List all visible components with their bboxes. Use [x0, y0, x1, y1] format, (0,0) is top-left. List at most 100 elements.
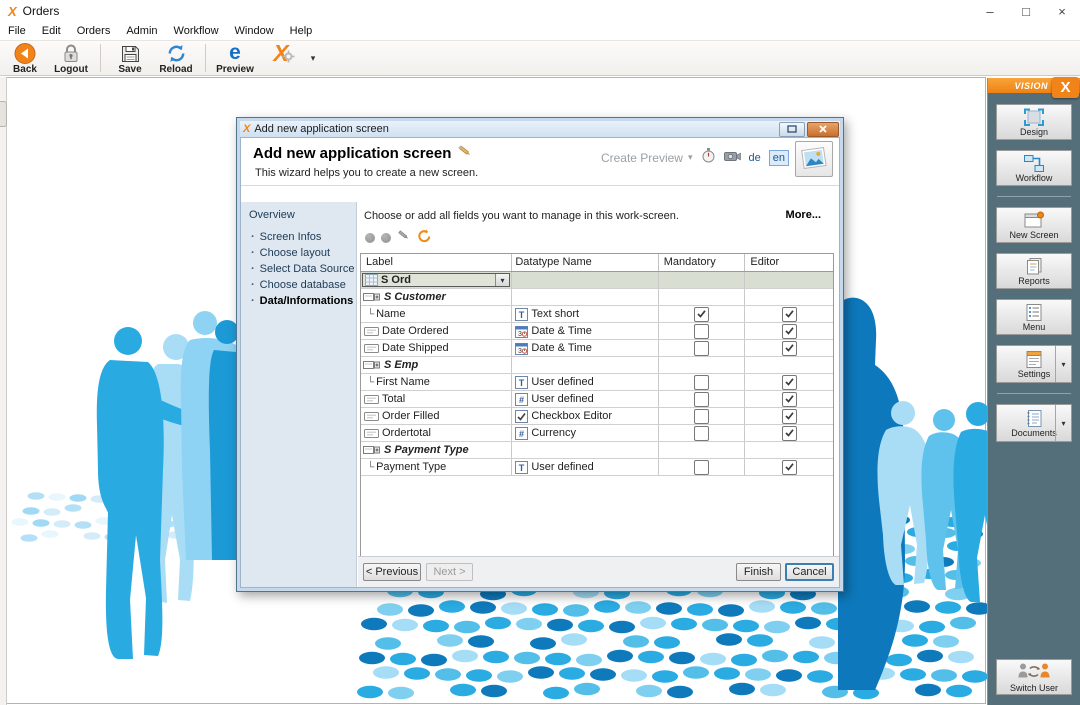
wizard-step-select-data-source[interactable]: ·Select Data Source	[241, 261, 356, 277]
svg-text:3: 3	[518, 331, 522, 338]
wizard-step-choose-layout[interactable]: ·Choose layout	[241, 245, 356, 261]
toolbar-back-button[interactable]: Back	[2, 41, 48, 75]
toolbar-save-button[interactable]: Save	[107, 41, 153, 75]
close-button[interactable]: ×	[1044, 0, 1080, 22]
window-titlebar: X Orders – □ ×	[0, 0, 1080, 22]
editor-checkbox[interactable]	[782, 426, 797, 441]
table-row[interactable]: Date Shipped3Date & Time	[361, 340, 833, 357]
previous-button[interactable]: < Previous	[363, 563, 421, 581]
mandatory-checkbox[interactable]	[694, 426, 709, 441]
table-row[interactable]: Date Ordered3Date & Time	[361, 323, 833, 340]
mandatory-checkbox[interactable]	[694, 375, 709, 390]
editor-checkbox[interactable]	[782, 409, 797, 424]
combobox-arrow-icon[interactable]: ▾	[495, 274, 509, 286]
next-button[interactable]: Next >	[426, 563, 473, 581]
dialog-close-button[interactable]	[807, 122, 839, 137]
mandatory-checkbox[interactable]	[694, 324, 709, 339]
sidebar-divider	[997, 196, 1071, 197]
tree-branch-icon: └	[367, 462, 374, 473]
fields-table: LabelDatatype NameMandatoryEditor S Ord▾…	[360, 253, 834, 576]
menu-item-help[interactable]: Help	[282, 22, 321, 40]
table-row[interactable]: Ordertotal#Currency	[361, 425, 833, 442]
refresh-fields-icon[interactable]	[417, 229, 432, 248]
sidebar-button-reports[interactable]: Reports	[996, 253, 1072, 289]
switch-user-button[interactable]: Switch User	[996, 659, 1072, 695]
wizard-step-screen-infos[interactable]: ·Screen Infos	[241, 229, 356, 245]
wizard-step-choose-database[interactable]: ·Choose database	[241, 277, 356, 293]
menu-item-window[interactable]: Window	[227, 22, 282, 40]
menu-item-orders[interactable]: Orders	[69, 22, 119, 40]
table-source-combobox[interactable]: S Ord▾	[362, 273, 510, 287]
editor-checkbox[interactable]	[782, 375, 797, 390]
language-en-toggle[interactable]: en	[769, 150, 789, 166]
table-row[interactable]: S Payment Type	[361, 442, 833, 459]
add-field-button[interactable]	[365, 233, 375, 243]
camera-icon[interactable]	[724, 149, 741, 167]
sidebar-documents-dropdown[interactable]: ▾	[1055, 405, 1071, 441]
edit-field-pencil-icon[interactable]	[397, 229, 411, 247]
sidebar-button-design[interactable]: Design	[996, 104, 1072, 140]
menu-item-edit[interactable]: Edit	[34, 22, 69, 40]
table-row[interactable]: S Customer	[361, 289, 833, 306]
minimize-button[interactable]: –	[972, 0, 1008, 22]
toolbar: BackLogout SaveReload ePreviewX▾	[0, 40, 1080, 76]
sidebar-button-settings[interactable]: Settings▾	[996, 345, 1072, 383]
toolbar-preview-button[interactable]: ePreview	[212, 41, 258, 75]
sidebar-button-documents[interactable]: Documents▾	[996, 404, 1072, 442]
editor-checkbox[interactable]	[782, 460, 797, 475]
sidebar-button-menu[interactable]: Menu	[996, 299, 1072, 335]
edit-pencil-icon[interactable]	[457, 144, 473, 162]
maximize-button[interactable]: □	[1008, 0, 1044, 22]
wizard-content: Choose or add all fields you want to man…	[358, 202, 839, 587]
table-row[interactable]: └NameTText short	[361, 306, 833, 323]
wizard-step-data-informations[interactable]: ·Data/Informations	[241, 293, 356, 309]
datatype-text-icon: T	[515, 308, 528, 321]
table-row[interactable]: └First NameTUser defined	[361, 374, 833, 391]
language-de-toggle[interactable]: de	[749, 152, 761, 164]
remove-field-button[interactable]	[381, 233, 391, 243]
menu-item-file[interactable]: File	[0, 22, 34, 40]
more-button[interactable]: More...	[786, 209, 821, 221]
table-row[interactable]: S Ord▾	[361, 272, 833, 289]
sidebar-button-new-screen[interactable]: New Screen	[996, 207, 1072, 243]
cancel-button[interactable]: Cancel	[785, 563, 834, 581]
stopwatch-icon[interactable]	[701, 147, 716, 168]
toolbar-dropdown-caret[interactable]: ▾	[304, 41, 322, 75]
left-collapsed-panel	[0, 77, 7, 705]
menu-item-admin[interactable]: Admin	[118, 22, 165, 40]
dialog-maximize-button[interactable]	[779, 122, 805, 137]
editor-checkbox[interactable]	[782, 392, 797, 407]
screenshot-image-button[interactable]	[795, 141, 833, 177]
preview-icon: e	[229, 42, 241, 64]
mandatory-checkbox[interactable]	[694, 392, 709, 407]
editor-checkbox[interactable]	[782, 341, 797, 356]
toolbar-xgear-button[interactable]: X	[258, 41, 304, 75]
editor-checkbox[interactable]	[782, 324, 797, 339]
back-icon	[13, 42, 37, 64]
datatype-text-icon: T	[515, 461, 528, 474]
sidebar-settings-dropdown[interactable]: ▾	[1055, 346, 1071, 382]
mandatory-checkbox[interactable]	[694, 409, 709, 424]
settings-icon	[1022, 349, 1046, 369]
mandatory-checkbox[interactable]	[694, 341, 709, 356]
sidebar-button-workflow[interactable]: Workflow	[996, 150, 1072, 186]
mandatory-checkbox[interactable]	[694, 307, 709, 322]
table-row[interactable]: Total#User defined	[361, 391, 833, 408]
create-preview-button[interactable]: Create Preview▾	[601, 151, 693, 165]
table-row[interactable]: Order FilledCheckbox Editor	[361, 408, 833, 425]
workflow-icon	[1022, 153, 1046, 173]
menu-item-workflow[interactable]: Workflow	[166, 22, 227, 40]
mandatory-checkbox[interactable]	[694, 460, 709, 475]
panel-expand-handle[interactable]	[0, 101, 7, 127]
table-row[interactable]: S Emp	[361, 357, 833, 374]
dialog-header: Add new application screen This wizard h…	[241, 138, 839, 186]
toolbar-reload-button[interactable]: Reload	[153, 41, 199, 75]
toolbar-logout-button[interactable]: Logout	[48, 41, 94, 75]
switch-user-icon	[1016, 662, 1052, 683]
editor-checkbox[interactable]	[782, 307, 797, 322]
svg-text:T: T	[519, 310, 525, 320]
reports-icon	[1022, 256, 1046, 276]
table-row[interactable]: └Payment TypeTUser defined	[361, 459, 833, 476]
field-toolbar	[365, 231, 432, 245]
finish-button[interactable]: Finish	[736, 563, 781, 581]
